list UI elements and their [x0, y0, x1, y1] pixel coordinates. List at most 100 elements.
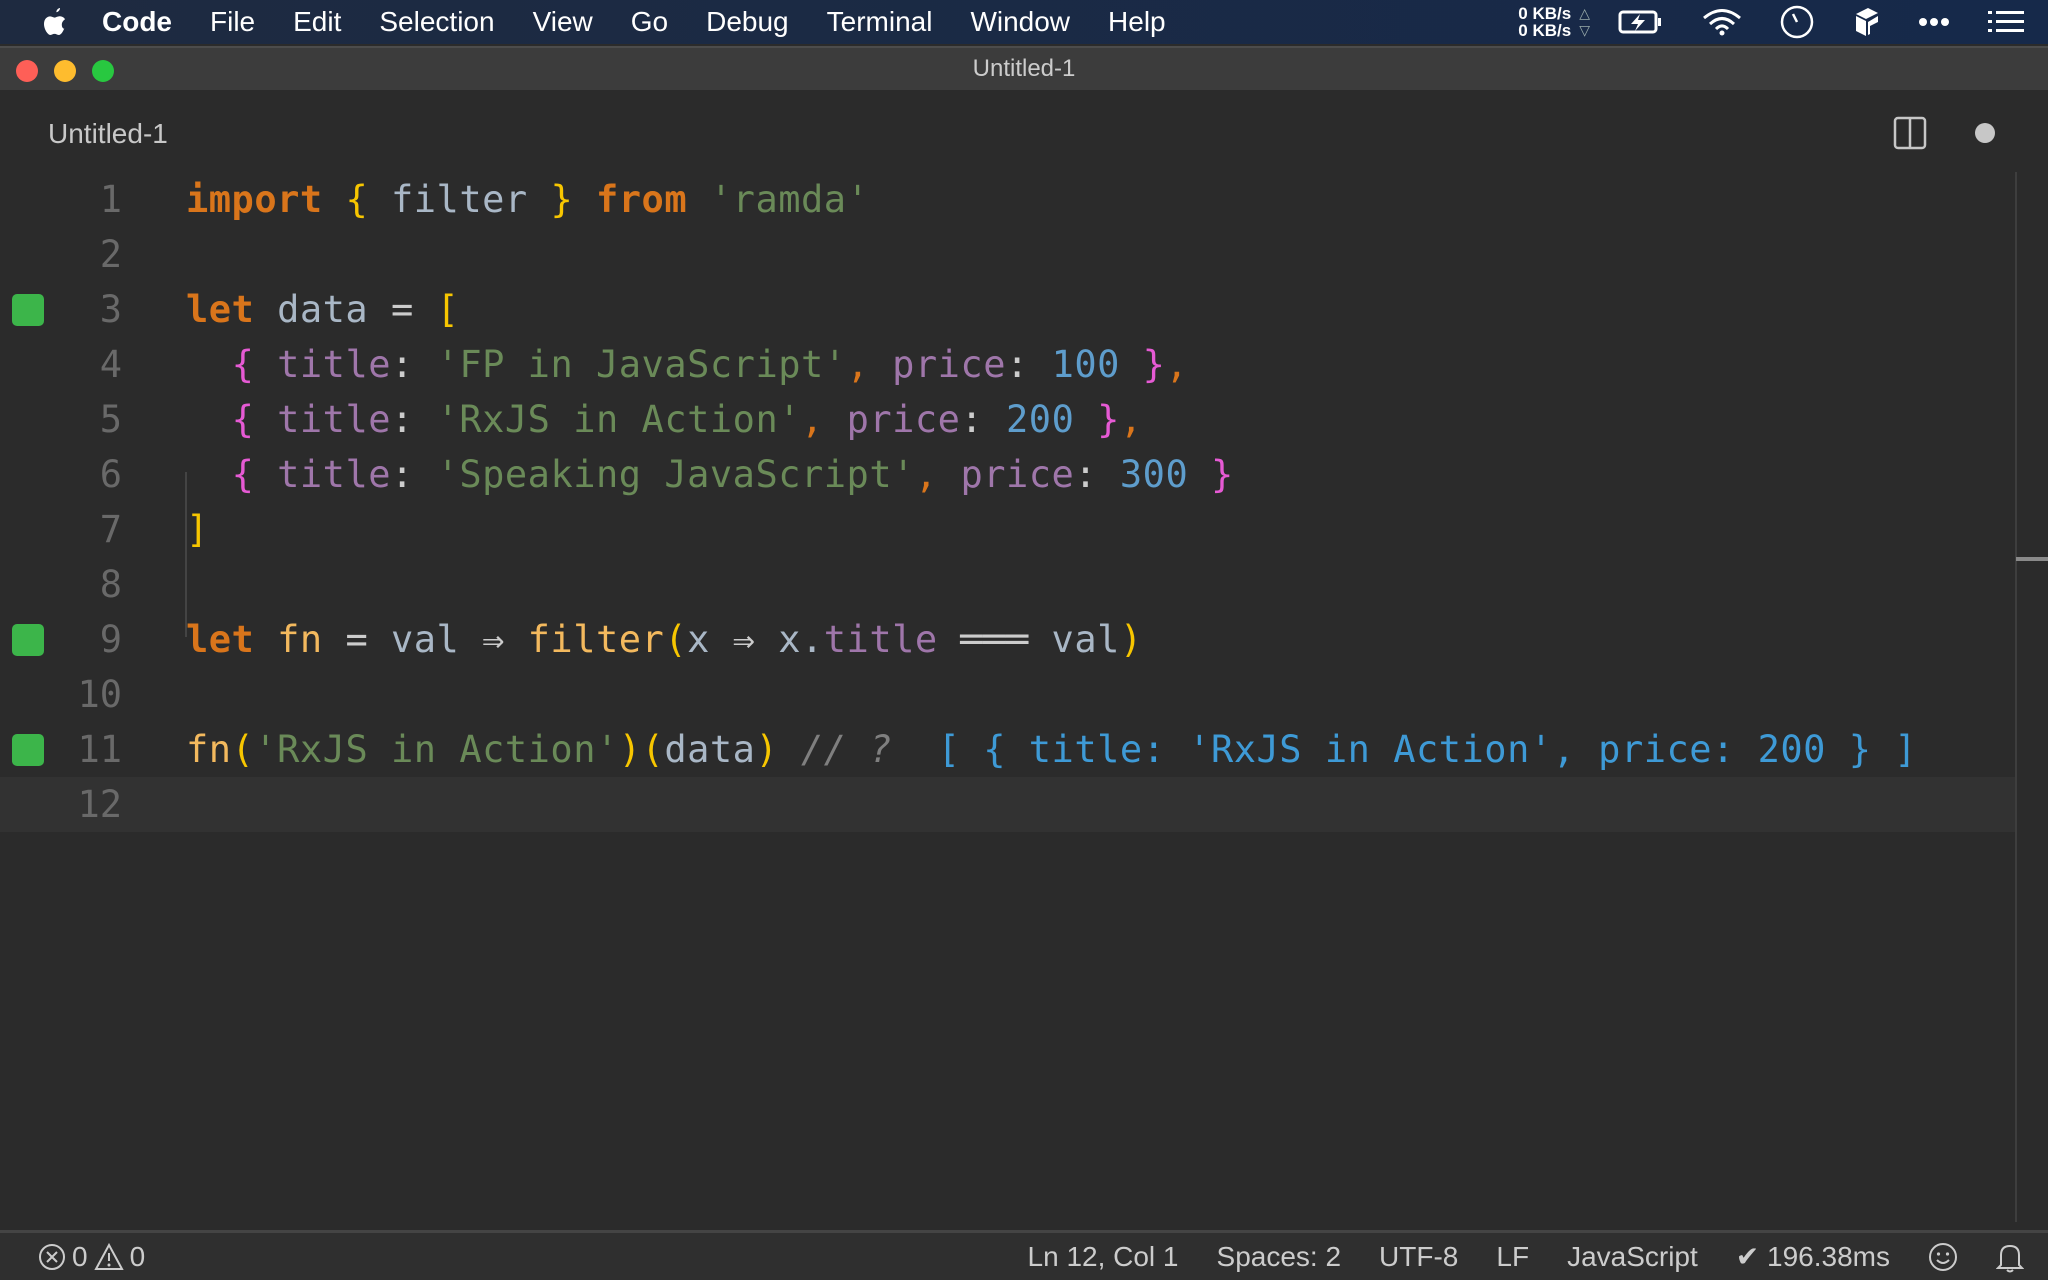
minimize-window-button[interactable]: [54, 60, 76, 82]
code-token: filter: [368, 178, 551, 221]
line-code: fn('RxJS in Action')(data) // ? [ { titl…: [186, 722, 1917, 777]
menu-go[interactable]: Go: [631, 6, 668, 38]
quokka-coverage-marker: [12, 294, 44, 326]
code-token: 'RxJS in Action': [254, 728, 619, 771]
code-token: x.: [778, 618, 824, 661]
menu-debug[interactable]: Debug: [706, 6, 789, 38]
macos-menubar: Code File Edit Selection View Go Debug T…: [0, 0, 2048, 44]
quokka-coverage-marker: [12, 624, 44, 656]
code-line[interactable]: 8: [0, 557, 2016, 612]
code-token: {: [231, 453, 255, 496]
code-line[interactable]: 3 let data = [: [0, 282, 2016, 337]
code-line[interactable]: 11 fn('RxJS in Action')(data) // ? [ { ti…: [0, 722, 2016, 777]
wifi-icon[interactable]: [1702, 8, 1742, 36]
indent-guide: [185, 472, 187, 637]
menu-app-name[interactable]: Code: [102, 6, 172, 38]
cursor-position[interactable]: Ln 12, Col 1: [1028, 1241, 1179, 1273]
file-encoding[interactable]: UTF-8: [1379, 1241, 1458, 1273]
apple-menu-icon[interactable]: [40, 6, 70, 38]
indentation-setting[interactable]: Spaces: 2: [1217, 1241, 1342, 1273]
code-token: }: [1142, 343, 1166, 386]
menu-help[interactable]: Help: [1108, 6, 1166, 38]
menu-view[interactable]: View: [533, 6, 593, 38]
list-icon[interactable]: [1988, 10, 2024, 34]
code-token: ═══: [937, 618, 1052, 661]
menu-edit[interactable]: Edit: [293, 6, 341, 38]
tab-untitled-1[interactable]: Untitled-1: [48, 118, 168, 150]
code-token: 'ramda': [709, 178, 870, 221]
zoom-window-button[interactable]: [92, 60, 114, 82]
code-editor[interactable]: 12 11 fn('RxJS in Action')(data) // ? [ { …: [0, 172, 2048, 1222]
code-token: 'RxJS in Action': [436, 398, 801, 441]
code-token: from: [596, 178, 688, 221]
battery-charging-icon[interactable]: [1618, 9, 1664, 35]
line-code: let fn = val ⇒ filter(x ⇒ x.title ═══ va…: [186, 612, 1143, 667]
code-token: price: [960, 453, 1075, 496]
clock-icon[interactable]: [1780, 5, 1814, 39]
line-number: 10: [77, 673, 122, 716]
code-line[interactable]: 2: [0, 227, 2016, 282]
split-editor-icon[interactable]: [1893, 116, 1927, 155]
upload-rate: 0 KB/s: [1518, 4, 1572, 23]
code-token: price: [892, 343, 1006, 386]
code-token: [: [436, 288, 460, 331]
code-token: ,: [1119, 398, 1143, 441]
language-mode[interactable]: JavaScript: [1567, 1241, 1698, 1273]
code-token: title: [277, 453, 392, 496]
close-window-button[interactable]: [16, 60, 38, 82]
code-token: (: [641, 728, 665, 771]
code-token: :: [960, 398, 1007, 441]
code-token: fn: [186, 728, 232, 771]
code-token: ⇒: [459, 618, 528, 661]
code-token: title: [277, 398, 392, 441]
code-line[interactable]: 10: [0, 667, 2016, 722]
code-token: import: [186, 178, 323, 221]
code-token: 'Speaking JavaScript': [436, 453, 915, 496]
code-token: ,: [914, 453, 938, 496]
menu-terminal[interactable]: Terminal: [827, 6, 933, 38]
code-line[interactable]: 5 { title: 'RxJS in Action', price: 200 …: [0, 392, 2016, 447]
code-token: data: [664, 728, 756, 771]
code-token: {: [345, 178, 369, 221]
line-number: 4: [99, 343, 122, 386]
code-token: [ { title: 'RxJS in Action', price: 200 …: [937, 728, 1918, 771]
warning-icon: [93, 1242, 124, 1270]
code-line[interactable]: 4 { title: 'FP in JavaScript', price: 10…: [0, 337, 2016, 392]
notifications-bell-icon[interactable]: [1996, 1241, 2024, 1273]
error-count: 0: [72, 1240, 88, 1272]
feedback-smiley-icon[interactable]: [1928, 1242, 1958, 1272]
code-token: :: [391, 343, 437, 386]
menu-window[interactable]: Window: [970, 6, 1070, 38]
box-icon[interactable]: [1852, 6, 1880, 38]
unsaved-changes-dot[interactable]: [1975, 123, 1995, 143]
quokka-timing[interactable]: ✔ 196.38ms: [1736, 1240, 1890, 1273]
more-icon[interactable]: [1918, 17, 1950, 27]
code-line[interactable]: 9 let fn = val ⇒ filter(x ⇒ x.title ═══ v…: [0, 612, 2016, 667]
code-token: 200: [1006, 398, 1075, 441]
code-line[interactable]: 12: [0, 777, 2016, 832]
network-monitor[interactable]: 0 KB/s 0 KB/s: [1518, 5, 1571, 39]
code-token: ): [1119, 618, 1143, 661]
menu-file[interactable]: File: [210, 6, 255, 38]
code-token: ]: [186, 508, 209, 551]
line-number: 5: [99, 398, 122, 441]
problems-indicator[interactable]: 0 0: [38, 1241, 145, 1273]
code-line[interactable]: 6 { title: 'Speaking JavaScript', price:…: [0, 447, 2016, 502]
status-bar: 0 0 Ln 12, Col 1 Spaces: 2 UTF-8 LF Java…: [0, 1230, 2048, 1280]
end-of-line[interactable]: LF: [1496, 1241, 1529, 1273]
code-line[interactable]: 7]: [0, 502, 2016, 557]
menu-selection[interactable]: Selection: [379, 6, 494, 38]
line-number: 7: [99, 508, 122, 551]
code-line[interactable]: 1 import { filter } from 'ramda': [0, 172, 2016, 227]
vertical-scrollbar[interactable]: [2016, 172, 2048, 1222]
